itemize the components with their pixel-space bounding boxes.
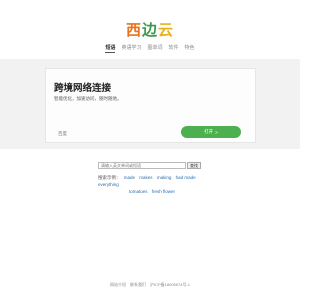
search-examples: 搜索示例： made makes making had made everyth… (98, 174, 208, 195)
chevron-right-icon: > (215, 129, 218, 135)
example-link-tomatoes[interactable]: tomatoes (129, 189, 148, 194)
search-input[interactable] (98, 162, 186, 169)
top-nav: 短语 英语学习 图单词 软件 特色 (0, 44, 300, 53)
example-link-everything[interactable]: everything (98, 182, 119, 187)
nav-item-features[interactable]: 特色 (185, 44, 195, 53)
ad-open-button[interactable]: 打开 > (181, 126, 241, 138)
logo-char-1: 西 (125, 21, 142, 39)
footer-link-about[interactable]: 网站介绍 (110, 282, 126, 288)
example-link-fresh-flower[interactable]: fresh flower (152, 189, 175, 194)
ad-title[interactable]: 跨境网络连接 (54, 80, 111, 94)
footer-link-contact[interactable]: 联系我们 (130, 282, 146, 288)
logo-char-2: 边 (141, 21, 158, 39)
nav-item-english-learning[interactable]: 英语学习 (121, 44, 141, 53)
logo-char-3: 云 (158, 21, 175, 39)
ad-source-label: 百度 (58, 131, 67, 136)
site-logo[interactable]: 西边云 (0, 19, 300, 40)
search-button[interactable]: 查找 (187, 162, 201, 169)
search-examples-row-2: tomatoes fresh flower (98, 188, 208, 195)
nav-item-software[interactable]: 软件 (169, 44, 179, 53)
example-link-had-made[interactable]: had made (176, 175, 196, 180)
search-examples-label: 搜索示例： (98, 175, 121, 180)
search-examples-row-1: 搜索示例： made makes making had made everyth… (98, 174, 208, 188)
example-link-making[interactable]: making (157, 175, 172, 180)
nav-item-phrases[interactable]: 短语 (105, 44, 116, 53)
footer: 网站介绍 联系我们 沪ICP备18005574号-1 (0, 282, 300, 288)
example-link-makes[interactable]: makes (139, 175, 152, 180)
nav-item-picture-words[interactable]: 图单词 (147, 44, 162, 53)
example-link-made[interactable]: made (124, 175, 135, 180)
ad-open-button-label: 打开 (204, 129, 214, 134)
ad-subtitle: 智能优化，加速访问，随时随地。 (54, 96, 122, 101)
footer-icp-number[interactable]: 沪ICP备18005574号-1 (150, 282, 190, 288)
